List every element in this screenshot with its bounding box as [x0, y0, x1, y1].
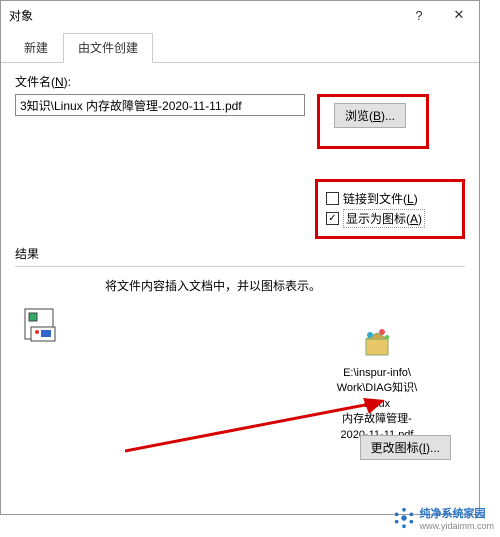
- dialog-window: 对象 ? ✕ 新建 由文件创建 文件名(N): 浏览(B)... 链接到文件(L…: [0, 0, 480, 515]
- icon-label: 显示为图标(A): [343, 209, 425, 228]
- tab-strip: 新建 由文件创建: [1, 29, 479, 63]
- icon-preview: E:\inspur-info\ Work\DIAG知识\ Linux 内存故障管…: [317, 325, 437, 443]
- package-icon: [317, 325, 437, 362]
- window-title: 对象: [9, 7, 33, 24]
- path-line: E:\inspur-info\: [317, 366, 437, 381]
- filename-input[interactable]: [15, 94, 305, 116]
- watermark-brand: 纯净系统家园: [419, 505, 494, 521]
- file-row: 浏览(B)...: [15, 94, 465, 149]
- options-highlight: 链接到文件(L) ✓ 显示为图标(A): [315, 179, 465, 239]
- link-label: 链接到文件(L): [343, 190, 418, 207]
- filename-label-key: N: [55, 75, 64, 89]
- help-button[interactable]: ?: [399, 1, 439, 29]
- browse-button[interactable]: 浏览(B)...: [334, 103, 406, 128]
- result-box: 将文件内容插入文档中，并以图标表示。: [15, 266, 465, 466]
- filename-label: 文件名(N):: [15, 73, 465, 90]
- watermark-text: 纯净系统家园 www.yidaimm.com: [419, 505, 494, 531]
- display-as-icon-row[interactable]: ✓ 显示为图标(A): [326, 209, 454, 228]
- path-line: Work\DIAG知识\: [317, 381, 437, 396]
- filename-label-post: ):: [64, 75, 71, 89]
- browse-pre: 浏览(: [345, 109, 373, 123]
- path-line: Linux: [317, 397, 437, 412]
- close-button[interactable]: ✕: [439, 1, 479, 29]
- result-label: 结果: [15, 245, 465, 262]
- path-line: 内存故障管理-: [317, 412, 437, 427]
- watermark-url: www.yidaimm.com: [419, 521, 494, 531]
- change-pre: 更改图标(: [371, 441, 423, 455]
- watermark: 纯净系统家园 www.yidaimm.com: [393, 505, 494, 531]
- icon-checkbox[interactable]: ✓: [326, 212, 339, 225]
- link-post: ): [414, 192, 418, 206]
- titlebar-buttons: ? ✕: [399, 1, 479, 29]
- change-icon-button[interactable]: 更改图标(I)...: [360, 435, 451, 460]
- icon-path: E:\inspur-info\ Work\DIAG知识\ Linux 内存故障管…: [317, 366, 437, 443]
- icon-key: A: [410, 212, 418, 226]
- watermark-icon: [393, 507, 415, 529]
- document-icon: [23, 307, 59, 343]
- tab-from-file[interactable]: 由文件创建: [63, 33, 153, 63]
- link-to-file-row[interactable]: 链接到文件(L): [326, 190, 454, 207]
- icon-pre: 显示为图标(: [346, 212, 410, 226]
- link-key: L: [407, 192, 414, 206]
- titlebar: 对象 ? ✕: [1, 1, 479, 29]
- browse-post: )...: [381, 109, 395, 123]
- link-checkbox[interactable]: [326, 192, 339, 205]
- icon-post: ): [418, 212, 422, 226]
- link-pre: 链接到文件(: [343, 192, 407, 206]
- dialog-body: 文件名(N): 浏览(B)... 链接到文件(L) ✓ 显示为图标(A) 结果 …: [1, 63, 479, 474]
- change-post: )...: [426, 441, 440, 455]
- result-description: 将文件内容插入文档中，并以图标表示。: [105, 277, 459, 294]
- filename-label-pre: 文件名(: [15, 75, 55, 89]
- browse-highlight: 浏览(B)...: [317, 94, 429, 149]
- browse-key: B: [373, 109, 381, 123]
- tab-new[interactable]: 新建: [9, 33, 63, 62]
